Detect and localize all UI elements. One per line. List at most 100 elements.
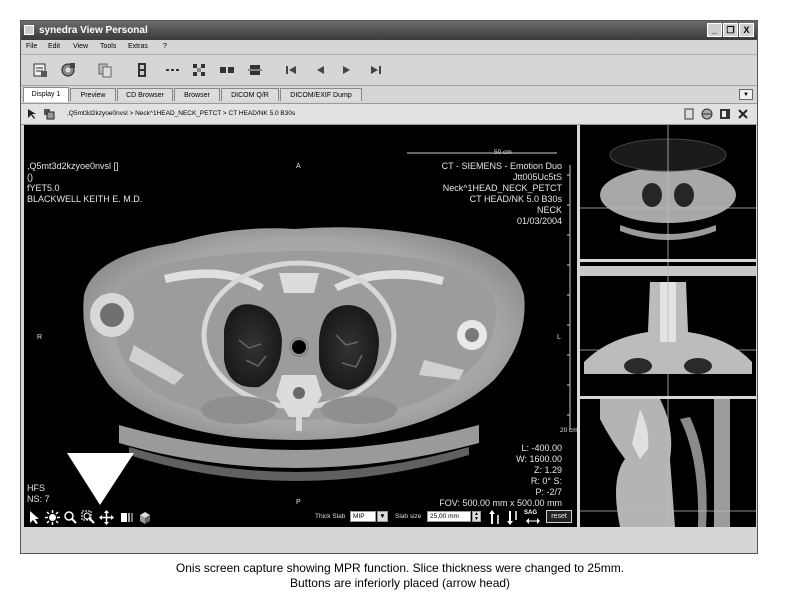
first-image-button[interactable] — [281, 59, 301, 81]
arrow-cursor-icon — [30, 511, 39, 524]
axial-viewport[interactable]: 50 cm ,Q5mt3d2kzyoe0nvsl [] () fYET5.0 B… — [24, 125, 577, 526]
scroll-up-button[interactable] — [487, 510, 502, 525]
tab-preview[interactable]: Preview — [70, 88, 116, 101]
tab-bar: Display 1 Preview CD Browser Browser DIC… — [21, 87, 757, 102]
mpr-tool-button[interactable] — [119, 510, 134, 525]
tab-dicom-exif-dump[interactable]: DICOM/EXIF Dump — [280, 88, 362, 101]
ns-value: NS: 7 — [27, 494, 50, 504]
series-icon[interactable] — [43, 108, 55, 120]
tab-cd-browser[interactable]: CD Browser — [117, 88, 173, 101]
minimize-button[interactable]: _ — [707, 23, 722, 37]
layout-stack-button[interactable] — [245, 59, 265, 81]
menu-file[interactable]: File — [26, 43, 37, 50]
swap-arrows-icon — [526, 518, 540, 524]
layout-split-button[interactable] — [217, 59, 237, 81]
tab-dropdown-button[interactable]: ▼ — [739, 89, 753, 100]
stepper-arrows-icon: ▲ ▼ — [474, 511, 479, 522]
move-icon — [99, 510, 114, 525]
orientation-left: R — [37, 334, 43, 341]
reset-button[interactable]: reset — [546, 510, 572, 523]
menu-help[interactable]: ? — [163, 43, 167, 50]
thick-slab-select[interactable]: MIP — [350, 511, 376, 522]
menu-extras[interactable]: Extras — [128, 43, 148, 50]
title-bar[interactable]: synedra View Personal _ ❐ X — [21, 21, 757, 40]
clipboard-icon[interactable] — [683, 108, 695, 120]
sagittal-view-button[interactable]: SAG — [524, 510, 542, 525]
window-layout-icon[interactable] — [719, 108, 731, 120]
window-level: L: -400.00 — [521, 443, 562, 453]
overlay-top-left: ,Q5mt3d2kzyoe0nvsl [] () fYET5.0 BLACKWE… — [27, 161, 142, 205]
copy-button[interactable] — [95, 59, 115, 81]
study-date: 01/03/2004 — [516, 216, 562, 226]
overlay-top-right: CT - SIEMENS - Emotion Duo Jtt005Uc5tS N… — [442, 161, 562, 227]
scroll-down-button[interactable] — [505, 510, 520, 525]
layout-row-button[interactable] — [162, 59, 182, 81]
zoom-value: Z: 1.29 — [533, 465, 562, 475]
cube-icon — [140, 512, 150, 524]
app-window: synedra View Personal _ ❐ X File Edit Vi… — [20, 20, 758, 554]
previous-image-button[interactable] — [310, 59, 330, 81]
open-study-button[interactable] — [30, 59, 50, 81]
document-icon — [33, 63, 47, 77]
menu-bar: File Edit View Tools Extras ? — [21, 41, 757, 55]
globe-icon[interactable] — [701, 108, 713, 120]
orientation-right: L — [557, 334, 561, 341]
chevron-down-icon: ▼ — [379, 513, 386, 520]
select-tool-button[interactable] — [27, 510, 42, 525]
skip-back-icon — [286, 66, 296, 74]
window-level-tool-button[interactable] — [45, 510, 60, 525]
layout-single-button[interactable] — [132, 59, 152, 81]
patient-position: HFS — [27, 483, 45, 493]
copy-icon — [98, 63, 112, 78]
body-part: NECK — [536, 205, 562, 215]
settings-button[interactable] — [58, 59, 78, 81]
tab-dicom-qr[interactable]: DICOM Q/R — [221, 88, 279, 101]
last-image-button[interactable] — [366, 59, 386, 81]
series-description: CT HEAD/NK 5.0 B30s — [469, 194, 562, 204]
overlay-bottom-right: L: -400.00 W: 1600.00 Z: 1.29 R: 0° S: P… — [439, 443, 562, 509]
magnifier-icon — [64, 511, 77, 524]
mpr-icon — [121, 513, 133, 522]
position-value: P: -2/7 — [535, 487, 562, 497]
path-bar: ,Q5mt3d2kzyoe0nvsl > Neck^1HEAD_NECK_PET… — [21, 103, 757, 125]
study-description: Neck^1HEAD_NECK_PETCT — [442, 183, 562, 193]
zoom-region-tool-button[interactable] — [81, 510, 96, 525]
figure-caption-line-2: Buttons are inferiorly placed (arrow hea… — [289, 576, 511, 590]
brightness-icon — [45, 510, 60, 525]
close-button[interactable]: X — [739, 23, 754, 37]
next-image-button[interactable] — [337, 59, 357, 81]
play-back-icon — [317, 66, 324, 74]
ct-coronal-image — [580, 262, 756, 396]
modality-info: CT - SIEMENS - Emotion Duo — [441, 161, 562, 171]
patient-sex: () — [27, 172, 33, 182]
tab-display-1[interactable]: Display 1 — [23, 87, 69, 102]
tab-browser[interactable]: Browser — [174, 88, 220, 101]
3d-tool-button[interactable] — [137, 510, 152, 525]
ct-axial-thumbnail — [580, 125, 756, 259]
pointer-icon[interactable] — [26, 108, 38, 120]
layout-grid-button[interactable] — [189, 59, 209, 81]
physician-name: BLACKWELL KEITH E. M.D. — [27, 194, 143, 204]
orientation-top: A — [296, 163, 301, 170]
axial-thumbnail-viewport[interactable] — [580, 125, 756, 259]
single-view-icon — [138, 63, 146, 77]
slab-size-label: Slab size — [395, 513, 422, 520]
thick-slab-dropdown[interactable]: ▼ — [377, 511, 388, 522]
split-view-icon — [220, 67, 234, 73]
slab-size-stepper[interactable]: ▲ ▼ — [472, 511, 481, 522]
zoom-tool-button[interactable] — [63, 510, 78, 525]
app-icon — [24, 25, 34, 35]
menu-edit[interactable]: Edit — [48, 43, 60, 50]
close-panel-icon[interactable] — [737, 108, 749, 120]
coronal-viewport[interactable] — [580, 262, 756, 396]
zoom-region-icon — [81, 510, 95, 524]
sagittal-viewport[interactable] — [580, 399, 756, 527]
slab-size-input[interactable]: 25,00 mm — [427, 511, 471, 522]
menu-tools[interactable]: Tools — [100, 43, 116, 50]
menu-view[interactable]: View — [73, 43, 88, 50]
rotation-value: R: 0° S: — [530, 476, 562, 486]
window-title: synedra View Personal — [39, 25, 148, 36]
status-bar — [21, 529, 757, 553]
maximize-button[interactable]: ❐ — [723, 23, 738, 37]
pan-tool-button[interactable] — [99, 510, 114, 525]
